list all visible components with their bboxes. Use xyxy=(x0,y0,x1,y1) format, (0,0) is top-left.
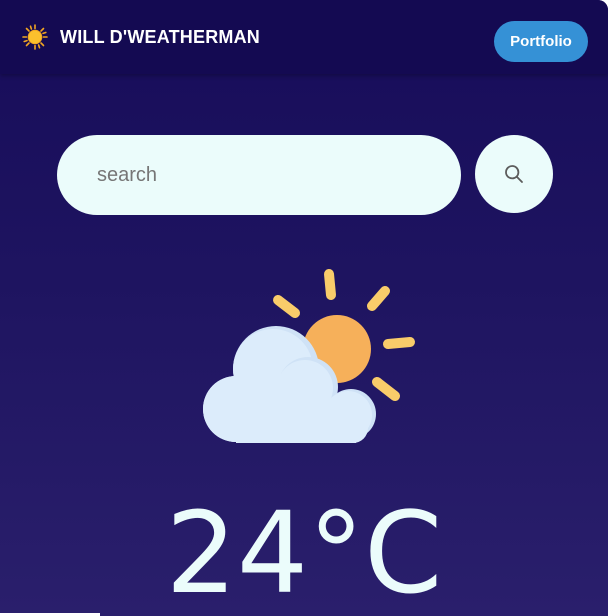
temperature-readout: 24°C xyxy=(165,489,443,616)
app-title: WILL D'WEATHERMAN xyxy=(60,26,260,47)
sun-icon xyxy=(22,24,48,50)
search-button[interactable] xyxy=(475,135,553,213)
top-nav: WILL D'WEATHERMAN Portfolio xyxy=(0,0,608,74)
brand: WILL D'WEATHERMAN xyxy=(22,24,260,50)
search-input[interactable] xyxy=(57,135,461,215)
weather-app: WILL D'WEATHERMAN Portfolio search 24°C xyxy=(0,0,608,616)
portfolio-button[interactable]: Portfolio xyxy=(494,21,588,62)
search-icon xyxy=(505,165,523,183)
partly-cloudy-icon xyxy=(203,269,415,443)
